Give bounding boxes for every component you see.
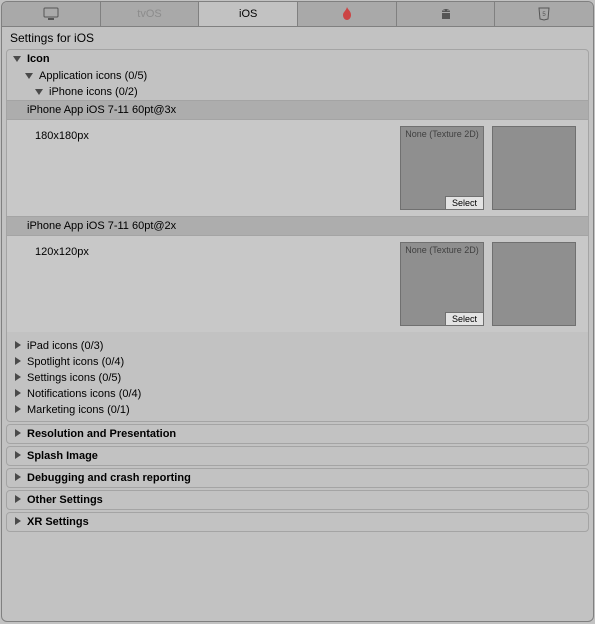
html5-icon: 5 [538, 7, 550, 21]
icon-slot: 180x180px None (Texture 2D) Select [7, 120, 588, 216]
foldout-right-icon [13, 517, 23, 527]
page-title: Settings for iOS [2, 27, 593, 49]
monitor-icon [43, 7, 59, 21]
foldout-right-icon [13, 473, 23, 483]
foldout-right-icon [13, 357, 23, 367]
texture-placeholder: None (Texture 2D) [405, 243, 479, 256]
section-xr-header[interactable]: XR Settings [7, 513, 588, 531]
marketing-icons-label: Marketing icons (0/1) [27, 404, 130, 416]
texture-picker[interactable]: None (Texture 2D) Select [400, 242, 484, 326]
section-icon: Icon Application icons (0/5) iPhone icon… [6, 49, 589, 422]
section-icon-label: Icon [27, 53, 50, 65]
section-splash-label: Splash Image [27, 450, 98, 462]
section-debug-label: Debugging and crash reporting [27, 472, 191, 484]
select-button[interactable]: Select [445, 196, 483, 209]
section-xr-label: XR Settings [27, 516, 89, 528]
application-icons-label: Application icons (0/5) [39, 70, 147, 82]
icon-size-label: 180x180px [35, 126, 400, 142]
section-splash-header[interactable]: Splash Image [7, 447, 588, 465]
foldout-right-icon [13, 429, 23, 439]
fire-icon [341, 7, 353, 21]
tab-standalone[interactable] [2, 2, 101, 26]
section-icon-header[interactable]: Icon [7, 50, 588, 68]
tab-ios-label: iOS [239, 8, 257, 20]
iphone-icons-label: iPhone icons (0/2) [49, 86, 138, 98]
icon-slot-header: iPhone App iOS 7-11 60pt@2x [7, 216, 588, 236]
tab-webgl[interactable]: 5 [495, 2, 593, 26]
icon-preview [492, 126, 576, 210]
row-notifications-icons[interactable]: Notifications icons (0/4) [7, 386, 588, 402]
section-splash: Splash Image [6, 446, 589, 466]
settings-icons-label: Settings icons (0/5) [27, 372, 121, 384]
foldout-right-icon [13, 495, 23, 505]
row-application-icons[interactable]: Application icons (0/5) [7, 68, 588, 84]
section-other-label: Other Settings [27, 494, 103, 506]
section-debug-header[interactable]: Debugging and crash reporting [7, 469, 588, 487]
section-other: Other Settings [6, 490, 589, 510]
foldout-right-icon [13, 405, 23, 415]
foldout-down-icon [35, 87, 45, 97]
select-button[interactable]: Select [445, 312, 483, 325]
spotlight-icons-label: Spotlight icons (0/4) [27, 356, 124, 368]
ipad-icons-label: iPad icons (0/3) [27, 340, 103, 352]
row-marketing-icons[interactable]: Marketing icons (0/1) [7, 402, 588, 421]
section-resolution-label: Resolution and Presentation [27, 428, 176, 440]
android-icon [439, 7, 453, 21]
row-spotlight-icons[interactable]: Spotlight icons (0/4) [7, 354, 588, 370]
icon-slot-header: iPhone App iOS 7-11 60pt@3x [7, 100, 588, 120]
foldout-right-icon [13, 451, 23, 461]
texture-picker[interactable]: None (Texture 2D) Select [400, 126, 484, 210]
foldout-right-icon [13, 373, 23, 383]
tab-tvos-label: tvOS [137, 8, 161, 20]
tab-ios[interactable]: iOS [199, 2, 298, 26]
platform-tabs: tvOS iOS 5 [2, 2, 593, 27]
foldout-down-icon [25, 71, 35, 81]
icon-size-label: 120x120px [35, 242, 400, 258]
foldout-down-icon [13, 54, 23, 64]
notifications-icons-label: Notifications icons (0/4) [27, 388, 141, 400]
texture-placeholder: None (Texture 2D) [405, 127, 479, 140]
row-iphone-icons[interactable]: iPhone icons (0/2) [7, 84, 588, 100]
section-debug: Debugging and crash reporting [6, 468, 589, 488]
section-resolution: Resolution and Presentation [6, 424, 589, 444]
svg-text:5: 5 [543, 12, 547, 18]
foldout-right-icon [13, 341, 23, 351]
section-resolution-header[interactable]: Resolution and Presentation [7, 425, 588, 443]
icon-preview [492, 242, 576, 326]
foldout-right-icon [13, 389, 23, 399]
icon-slot: 120x120px None (Texture 2D) Select [7, 236, 588, 332]
row-settings-icons[interactable]: Settings icons (0/5) [7, 370, 588, 386]
tab-android[interactable] [397, 2, 496, 26]
tab-tvos[interactable]: tvOS [101, 2, 200, 26]
row-ipad-icons[interactable]: iPad icons (0/3) [7, 338, 588, 354]
section-xr: XR Settings [6, 512, 589, 532]
section-other-header[interactable]: Other Settings [7, 491, 588, 509]
tab-fire[interactable] [298, 2, 397, 26]
